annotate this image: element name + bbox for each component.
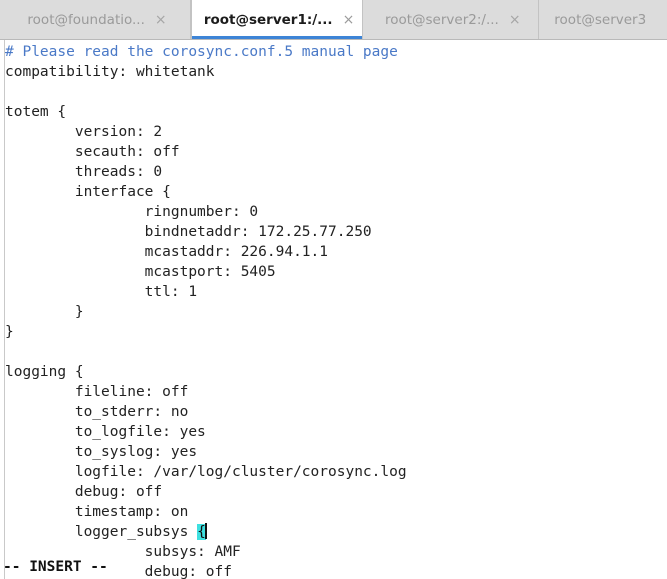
vim-line-text: secauth: off xyxy=(5,144,180,160)
vim-line: timestamp: on xyxy=(5,502,667,522)
tab-label: root@foundatio... xyxy=(27,12,145,28)
vim-line: logging { xyxy=(5,362,667,382)
vim-line-text: timestamp: on xyxy=(5,504,189,520)
vim-line-text: debug: off xyxy=(5,484,163,500)
vim-line: version: 2 xyxy=(5,122,667,142)
vim-line-text xyxy=(5,344,14,360)
vim-line xyxy=(5,342,667,362)
vim-line: threads: 0 xyxy=(5,162,667,182)
vim-line: } xyxy=(5,302,667,322)
vim-line-text: } xyxy=(5,304,84,320)
tab-root-server3[interactable]: root@server3 xyxy=(539,0,667,39)
vim-line: fileline: off xyxy=(5,382,667,402)
vim-line-text xyxy=(5,84,14,100)
vim-line: mcastport: 5405 xyxy=(5,262,667,282)
vim-line-text: threads: 0 xyxy=(5,164,163,180)
terminal-tab-bar: root@foundatio... × root@server1:/... × … xyxy=(0,0,667,40)
vim-line: to_syslog: yes xyxy=(5,442,667,462)
text-cursor xyxy=(204,523,207,539)
close-icon[interactable]: × xyxy=(155,13,167,28)
vim-line: mcastaddr: 226.94.1.1 xyxy=(5,242,667,262)
vim-line: # Please read the corosync.conf.5 manual… xyxy=(5,42,667,62)
vim-line-text: totem { xyxy=(5,104,67,120)
terminal-pane[interactable]: # Please read the corosync.conf.5 manual… xyxy=(0,40,667,579)
vim-line: bindnetaddr: 172.25.77.250 xyxy=(5,222,667,242)
vim-text-buffer[interactable]: # Please read the corosync.conf.5 manual… xyxy=(5,42,667,579)
vim-comment-text: # Please read the corosync.conf.5 manual… xyxy=(5,44,398,60)
vim-line-text: logging { xyxy=(5,364,84,380)
vim-line: debug: off xyxy=(5,482,667,502)
tab-root-foundation[interactable]: root@foundatio... × xyxy=(0,0,192,39)
vim-line-text: mcastport: 5405 xyxy=(5,264,276,280)
vim-line: totem { xyxy=(5,102,667,122)
close-icon[interactable]: × xyxy=(509,13,521,28)
vim-line: ttl: 1 xyxy=(5,282,667,302)
tab-root-server2[interactable]: root@server2:/... × xyxy=(363,0,540,39)
vim-line: ringnumber: 0 xyxy=(5,202,667,222)
vim-line-text: interface { xyxy=(5,184,171,200)
vim-line-text: version: 2 xyxy=(5,124,163,140)
tab-label: root@server2:/... xyxy=(384,12,499,28)
tab-root-server1[interactable]: root@server1:/... × xyxy=(191,0,364,39)
vim-line-text: } xyxy=(5,324,14,340)
tab-label: root@server1:/... xyxy=(203,12,333,28)
vim-line-text: logger_subsys xyxy=(5,524,198,540)
vim-line-text: fileline: off xyxy=(5,384,189,400)
vim-line: logger_subsys { xyxy=(5,522,667,542)
vim-line-text: bindnetaddr: 172.25.77.250 xyxy=(5,224,372,240)
vim-line-text: ttl: 1 xyxy=(5,284,198,300)
vim-line: to_stderr: no xyxy=(5,402,667,422)
vim-line-text: mcastaddr: 226.94.1.1 xyxy=(5,244,329,260)
vim-line: logfile: /var/log/cluster/corosync.log xyxy=(5,462,667,482)
vim-line-text: compatibility: whitetank xyxy=(5,64,215,80)
vim-line: interface { xyxy=(5,182,667,202)
vim-line: } xyxy=(5,322,667,342)
vim-line-text: to_logfile: yes xyxy=(5,424,206,440)
vim-line xyxy=(5,82,667,102)
vim-line: to_logfile: yes xyxy=(5,422,667,442)
vim-line-text: to_stderr: no xyxy=(5,404,189,420)
vim-line-text: logfile: /var/log/cluster/corosync.log xyxy=(5,464,407,480)
vim-line: compatibility: whitetank xyxy=(5,62,667,82)
vim-line-text: ringnumber: 0 xyxy=(5,204,259,220)
vim-status-line: -- INSERT -- xyxy=(3,559,108,575)
close-icon[interactable]: × xyxy=(343,13,355,28)
vim-line: secauth: off xyxy=(5,142,667,162)
vim-line-text: to_syslog: yes xyxy=(5,444,198,460)
tab-label: root@server3 xyxy=(554,12,647,28)
